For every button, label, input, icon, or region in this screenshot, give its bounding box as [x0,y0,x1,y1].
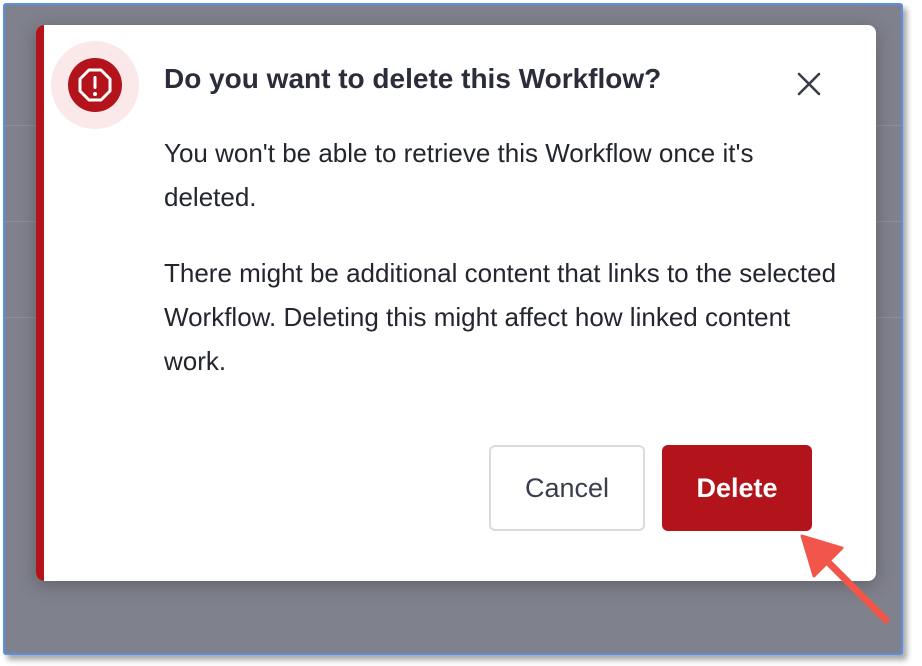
delete-workflow-dialog: Do you want to delete this Workflow? You… [36,25,876,581]
close-icon [796,71,822,102]
close-button[interactable] [790,67,828,105]
warning-octagon-icon [67,57,123,113]
dialog-message: You won't be able to retrieve this Workf… [164,138,754,212]
red-arrow-annotation [800,534,890,624]
dialog-accent-bar [36,25,44,581]
dialog-title: Do you want to delete this Workflow? [164,63,662,94]
cancel-button[interactable]: Cancel [489,445,645,531]
delete-button[interactable]: Delete [662,445,812,531]
dialog-warning-message: There might be additional content that l… [164,258,837,376]
warning-icon-badge [51,41,139,129]
screenshot-frame: Do you want to delete this Workflow? You… [3,3,903,655]
